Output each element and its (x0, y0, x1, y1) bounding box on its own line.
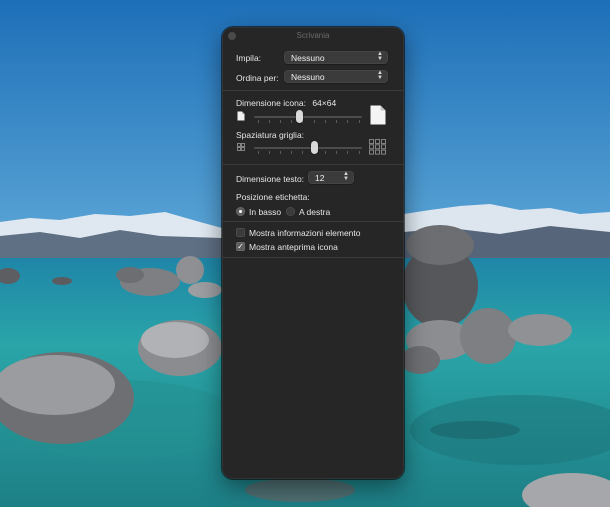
separator (222, 90, 404, 91)
show-icon-preview-label[interactable]: Mostra anteprima icona (249, 242, 338, 252)
grid-spacing-slider[interactable] (254, 141, 362, 155)
text-size-value: 12 (315, 173, 325, 183)
text-size-label: Dimensione testo: (236, 174, 305, 184)
stack-by-popup[interactable]: Nessuno ▲ ▼ (284, 51, 388, 64)
slider-tick (313, 120, 315, 123)
show-item-info-checkbox[interactable] (236, 228, 245, 237)
up-down-chevron-icon: ▲ ▼ (343, 171, 349, 182)
large-document-icon (370, 105, 386, 125)
slider-tick (358, 120, 360, 123)
sort-by-value: Nessuno (291, 72, 325, 82)
separator (222, 221, 404, 222)
separator (222, 257, 404, 258)
grid-spacing-label: Spaziatura griglia: (236, 130, 305, 140)
icon-size-slider[interactable] (254, 110, 362, 124)
slider-tick (358, 151, 360, 154)
slider-tick (291, 120, 293, 123)
slider-tick (291, 151, 293, 154)
slider-tick (324, 151, 326, 154)
slider-knob[interactable] (296, 110, 304, 123)
slider-tick (279, 151, 281, 154)
large-grid-icon (369, 139, 386, 155)
sort-by-label: Ordina per: (236, 73, 279, 83)
up-down-chevron-icon: ▲ ▼ (377, 70, 383, 81)
slider-tick (347, 151, 349, 154)
slider-tick (302, 151, 304, 154)
window-title: Scrivania (296, 31, 330, 40)
slider-tick (268, 151, 270, 154)
desktop-view-options-panel: Scrivania Impila: Nessuno ▲ ▼ Ordina per:… (222, 27, 404, 479)
show-icon-preview-checkbox[interactable]: ✓ (236, 242, 245, 251)
label-position-right-label[interactable]: A destra (299, 207, 330, 217)
slider-ticks (254, 151, 362, 154)
title-bar: Scrivania (222, 27, 404, 45)
slider-ticks (254, 120, 362, 123)
up-down-chevron-icon: ▲ ▼ (377, 51, 383, 62)
slider-tick (279, 120, 281, 123)
slider-tick (257, 151, 259, 154)
separator (222, 164, 404, 165)
slider-tick (336, 120, 338, 123)
label-position-label: Posizione etichetta: (236, 192, 310, 202)
icon-size-label-text: Dimensione icona: (236, 98, 306, 108)
stack-by-value: Nessuno (291, 53, 325, 63)
show-item-info-label[interactable]: Mostra informazioni elemento (249, 228, 361, 238)
checkmark-icon: ✓ (237, 242, 244, 251)
slider-track (254, 147, 362, 149)
icon-size-label: Dimensione icona: 64×64 (236, 98, 336, 108)
icon-size-value: 64×64 (312, 98, 337, 108)
small-document-icon (237, 111, 245, 121)
stack-by-label: Impila: (236, 53, 262, 63)
slider-knob[interactable] (310, 141, 318, 154)
label-position-bottom-radio[interactable] (236, 207, 245, 216)
slider-tick (268, 120, 270, 123)
slider-tick (347, 120, 349, 123)
label-position-right-radio[interactable] (286, 207, 295, 216)
slider-tick (324, 120, 326, 123)
slider-tick (257, 120, 259, 123)
small-grid-icon (237, 143, 245, 151)
label-position-bottom-label[interactable]: In basso (249, 207, 281, 217)
slider-tick (336, 151, 338, 154)
sort-by-popup[interactable]: Nessuno ▲ ▼ (284, 70, 388, 83)
text-size-popup[interactable]: 12 ▲ ▼ (308, 171, 354, 184)
slider-track (254, 116, 362, 118)
